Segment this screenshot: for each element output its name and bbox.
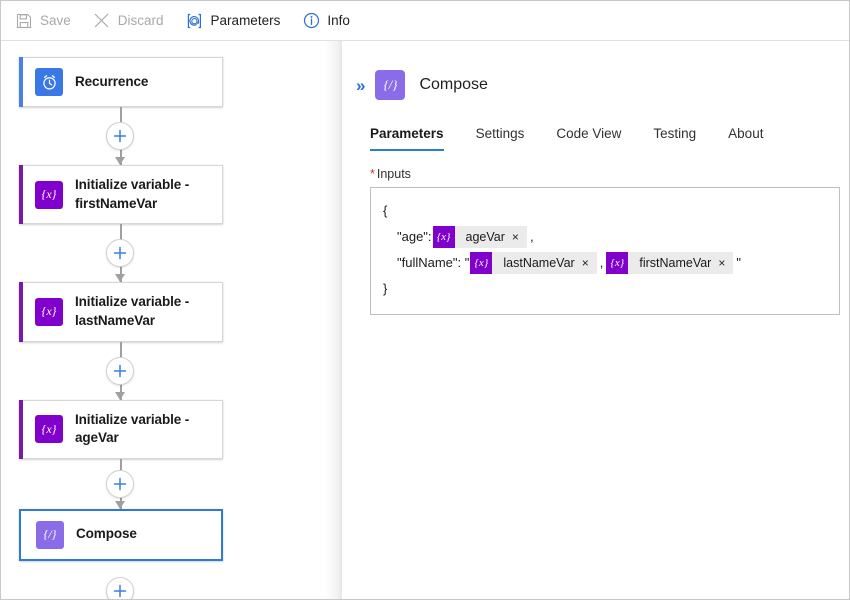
code-text: , (528, 224, 536, 250)
parameters-icon (186, 12, 204, 30)
panel-title: Compose (419, 76, 487, 94)
panel-tabs: Parameters Settings Code View Testing Ab… (342, 111, 849, 151)
flow-node-label: Initialize variable - ageVar (75, 411, 212, 448)
collapse-panel-chevron-icon[interactable]: » (356, 77, 363, 94)
token-chip-firstnamevar[interactable]: {x} firstNameVar × (606, 252, 733, 274)
tab-testing[interactable]: Testing (637, 126, 712, 151)
connector-arrow (115, 501, 125, 509)
tab-parameters[interactable]: Parameters (370, 126, 460, 151)
variable-icon: {x} (470, 252, 492, 274)
canvas-edge-shadow (324, 41, 342, 599)
info-icon (302, 12, 320, 30)
compose-icon: {/} (36, 521, 64, 549)
discard-button-label: Discard (118, 13, 164, 28)
token-chip-agevar[interactable]: {x} ageVar × (433, 226, 527, 248)
tab-label: Settings (476, 126, 525, 141)
node-accent-bar (19, 282, 23, 341)
token-chip-lastnamevar[interactable]: {x} lastNameVar × (470, 252, 596, 274)
info-button[interactable]: Info (302, 12, 350, 30)
code-line-open-brace: { (383, 198, 827, 224)
tab-code-view[interactable]: Code View (540, 126, 637, 151)
connector-arrow (115, 274, 125, 282)
flow-node-initialize-agevar[interactable]: {x} Initialize variable - ageVar (19, 400, 223, 459)
variable-icon: {x} (35, 298, 63, 326)
variable-icon: {x} (35, 181, 63, 209)
inputs-field: *Inputs { "age": {x} ageVar × , (342, 151, 849, 315)
save-button[interactable]: Save (15, 12, 71, 30)
code-text: "fullName": " (397, 250, 469, 276)
parameters-button-label: Parameters (211, 13, 281, 28)
add-step-button-5[interactable] (106, 577, 134, 599)
recurrence-clock-icon (35, 68, 63, 96)
connector-arrow (115, 157, 125, 165)
add-step-button-2[interactable] (106, 239, 134, 267)
node-accent-bar (19, 165, 23, 224)
flow-node-label: Recurrence (75, 73, 148, 92)
save-icon (15, 12, 33, 30)
flow-node-initialize-lastnamevar[interactable]: {x} Initialize variable - lastNameVar (19, 282, 223, 341)
connector-3 (19, 342, 223, 400)
add-step-button-3[interactable] (106, 357, 134, 385)
info-button-label: Info (327, 13, 350, 28)
inputs-label-text: Inputs (377, 167, 411, 181)
token-remove-icon[interactable]: × (582, 252, 597, 274)
code-line-fullname: "fullName": " {x} lastNameVar × , {x} fi… (383, 250, 827, 276)
code-text: , (598, 250, 606, 276)
discard-icon (93, 12, 111, 30)
code-text: { (383, 198, 387, 224)
discard-button[interactable]: Discard (93, 12, 164, 30)
tab-settings[interactable]: Settings (460, 126, 541, 151)
flow-node-label: Initialize variable - lastNameVar (75, 293, 212, 330)
required-marker: * (370, 167, 375, 181)
tab-label: Code View (556, 126, 621, 141)
action-details-panel: » {/} Compose Parameters Settings Code V… (342, 41, 849, 599)
connector-tail (19, 561, 223, 599)
inputs-editor[interactable]: { "age": {x} ageVar × , "fullName": " (370, 187, 840, 315)
workflow-flow: Recurrence {x} Initialize variable - fir… (19, 57, 223, 599)
workflow-canvas[interactable]: Recurrence {x} Initialize variable - fir… (1, 41, 342, 599)
code-text: } (383, 276, 387, 302)
logic-app-designer: Save Discard Parameters Inf (0, 0, 850, 600)
connector-arrow (115, 392, 125, 400)
compose-icon: {/} (375, 70, 405, 100)
variable-icon: {x} (606, 252, 628, 274)
designer-body: Recurrence {x} Initialize variable - fir… (1, 41, 849, 599)
node-accent-bar (19, 400, 23, 459)
code-line-age: "age": {x} ageVar × , (383, 224, 827, 250)
code-line-close-brace: } (383, 276, 827, 302)
code-text: " (734, 250, 743, 276)
token-remove-icon[interactable]: × (718, 252, 733, 274)
tab-label: Testing (653, 126, 696, 141)
flow-node-label: Compose (76, 525, 137, 544)
flow-node-recurrence[interactable]: Recurrence (19, 57, 223, 107)
inputs-field-label: *Inputs (370, 167, 837, 181)
code-text: "age": (397, 224, 432, 250)
variable-icon: {x} (433, 226, 455, 248)
token-remove-icon[interactable]: × (512, 226, 527, 248)
token-label: firstNameVar (628, 252, 718, 274)
flow-node-initialize-firstnamevar[interactable]: {x} Initialize variable - firstNameVar (19, 165, 223, 224)
connector-1 (19, 107, 223, 165)
tab-label: About (728, 126, 763, 141)
panel-header: » {/} Compose (342, 41, 849, 107)
command-toolbar: Save Discard Parameters Inf (1, 1, 849, 41)
parameters-button[interactable]: Parameters (186, 12, 281, 30)
add-step-button-1[interactable] (106, 122, 134, 150)
connector-2 (19, 224, 223, 282)
node-accent-bar (19, 57, 23, 107)
tab-label: Parameters (370, 126, 444, 141)
flow-node-compose[interactable]: {/} Compose (19, 509, 223, 561)
variable-icon: {x} (35, 415, 63, 443)
tab-about[interactable]: About (712, 126, 779, 151)
token-label: ageVar (455, 226, 512, 248)
token-label: lastNameVar (492, 252, 581, 274)
connector-4 (19, 459, 223, 509)
save-button-label: Save (40, 13, 71, 28)
flow-node-label: Initialize variable - firstNameVar (75, 176, 212, 213)
add-step-button-4[interactable] (106, 470, 134, 498)
